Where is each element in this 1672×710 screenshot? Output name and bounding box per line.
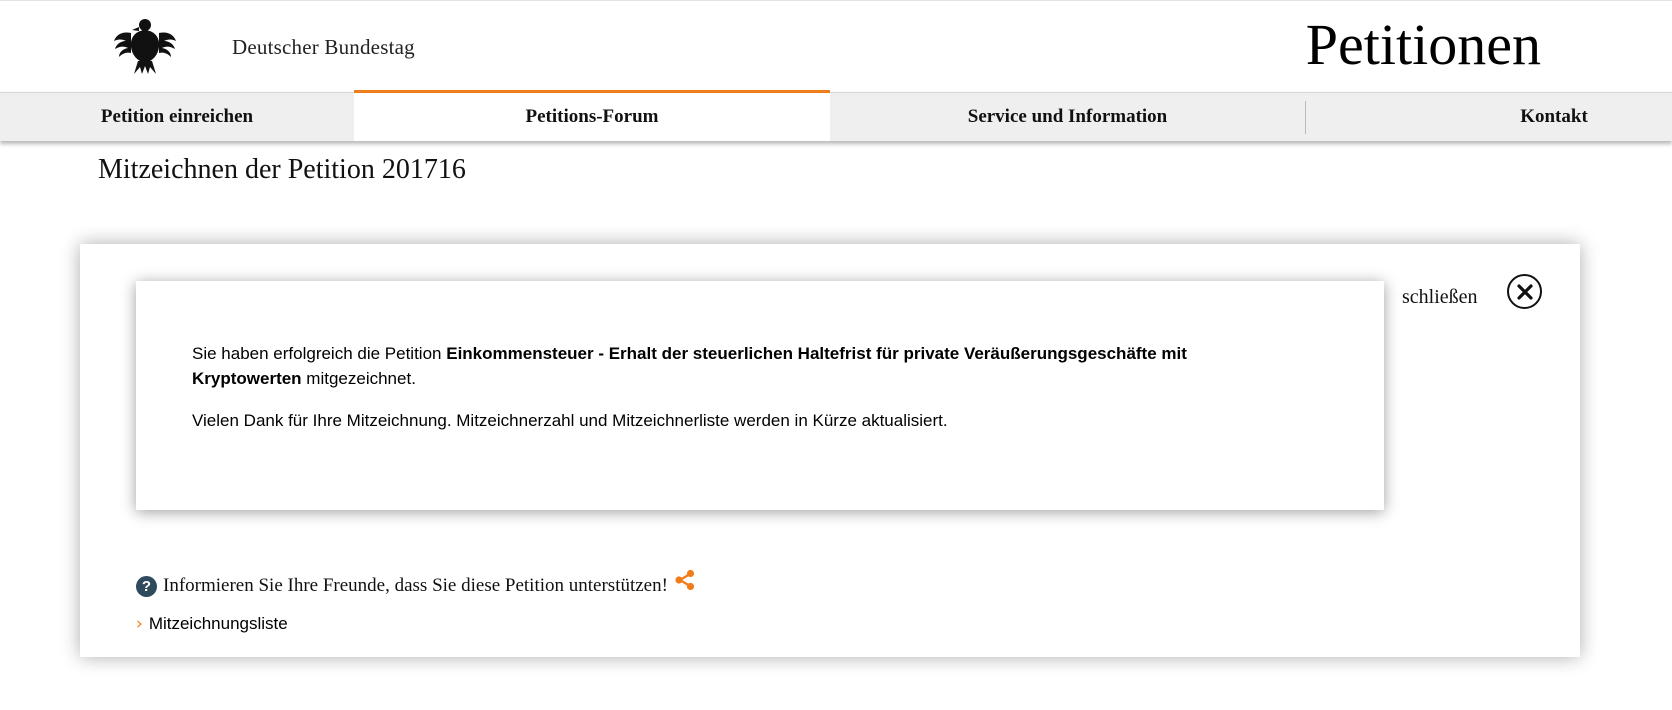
nav-kontakt[interactable]: Kontakt (1306, 93, 1672, 141)
success-message-line: Sie haben erfolgreich die Petition Einko… (192, 341, 1232, 391)
close-icon (1516, 283, 1533, 300)
share-row: ? Informieren Sie Ihre Freunde, dass Sie… (136, 569, 696, 598)
nav-service-information[interactable]: Service und Information (830, 93, 1305, 141)
signature-list-link[interactable]: › Mitzeichnungsliste (136, 614, 288, 634)
thanks-message: Vielen Dank für Ihre Mitzeichnung. Mitze… (192, 411, 948, 430)
chevron-right-icon: › (136, 614, 143, 634)
message-prefix: Sie haben erfolgreich die Petition (192, 344, 447, 363)
success-message: Sie haben erfolgreich die Petition Einko… (192, 341, 1232, 450)
bundesadler-eagle-icon[interactable] (112, 17, 178, 75)
share-prompt: Informieren Sie Ihre Freunde, dass Sie d… (163, 575, 668, 596)
help-icon[interactable]: ? (136, 575, 157, 597)
message-suffix: mitgezeichnet. (301, 369, 416, 388)
share-icon[interactable] (674, 569, 696, 591)
main-navigation: Petition einreichen Petitions-Forum Serv… (0, 90, 1672, 141)
close-label[interactable]: schließen (1402, 286, 1478, 309)
site-header: Deutscher Bundestag Petitionen (0, 0, 1672, 92)
close-button[interactable] (1507, 274, 1542, 309)
success-message-box: Sie haben erfolgreich die Petition Einko… (136, 281, 1384, 510)
nav-petition-einreichen[interactable]: Petition einreichen (0, 93, 354, 141)
signature-list-label: Mitzeichnungsliste (148, 614, 288, 633)
page-title: Mitzeichnen der Petition 201716 (98, 154, 466, 185)
site-title[interactable]: Petitionen (1306, 11, 1541, 78)
brand-name[interactable]: Deutscher Bundestag (232, 35, 415, 60)
nav-petitions-forum[interactable]: Petitions-Forum (354, 90, 830, 141)
